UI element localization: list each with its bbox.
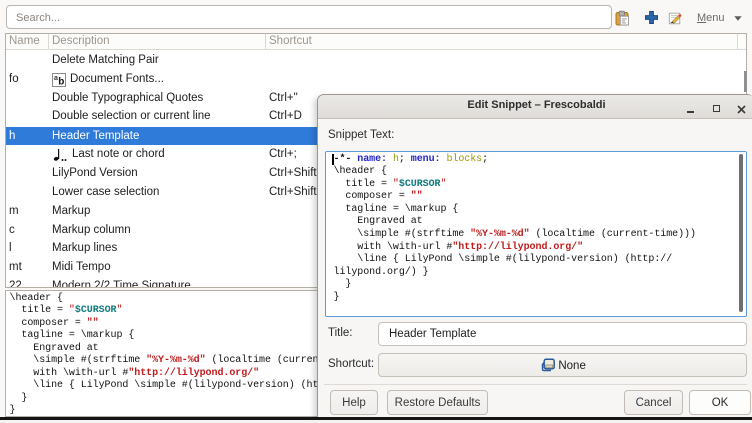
svg-text:b: b <box>58 76 64 87</box>
